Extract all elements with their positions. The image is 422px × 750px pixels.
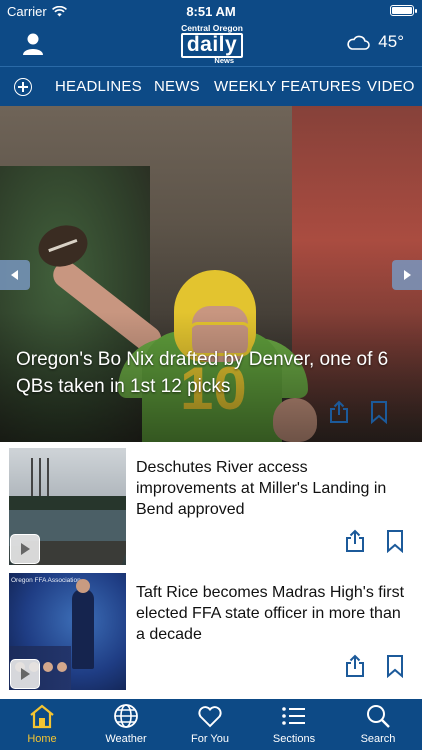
share-icon[interactable] (344, 529, 366, 553)
bookmark-icon[interactable] (386, 529, 404, 553)
story-item[interactable]: Deschutes River access improvements at M… (0, 442, 422, 568)
tab-for-you[interactable]: For You (168, 703, 252, 745)
triangle-left-icon (11, 270, 18, 280)
story-thumbnail[interactable] (9, 448, 126, 565)
cloud-icon (347, 35, 371, 50)
globe-icon (114, 704, 138, 728)
temperature-label: 45° (378, 32, 404, 51)
app-logo[interactable]: Central Oregon daily News (176, 24, 248, 64)
tab-video[interactable]: VIDEO (367, 78, 415, 95)
bookmark-icon[interactable] (386, 654, 404, 678)
play-icon (21, 543, 30, 555)
story-headline[interactable]: Deschutes River access improvements at M… (136, 457, 412, 520)
story-actions (344, 529, 404, 553)
share-icon[interactable] (328, 400, 350, 424)
thumb-pole (47, 458, 49, 498)
tab-headlines[interactable]: HEADLINES (55, 78, 142, 95)
user-profile-icon[interactable] (22, 32, 44, 56)
triangle-right-icon (404, 270, 411, 280)
logo-top-text: Central Oregon (181, 23, 243, 33)
battery-icon (390, 5, 417, 16)
app-header: Central Oregon daily News 45° (0, 22, 422, 66)
tab-search[interactable]: Search (336, 703, 420, 745)
bottom-tab-bar: Home Weather For You Sections Search (0, 699, 422, 750)
thumb-pole (39, 458, 41, 498)
tab-home[interactable]: Home (0, 703, 84, 745)
thumb-pole (31, 458, 33, 498)
play-video-button[interactable] (10, 659, 40, 689)
tab-weather-label: Weather (105, 733, 147, 745)
tab-news[interactable]: NEWS (154, 78, 200, 95)
status-time: 8:51 AM (186, 4, 236, 19)
list-icon (282, 707, 305, 725)
tab-home-label: Home (27, 733, 57, 745)
story-headline[interactable]: Taft Rice becomes Madras High's first el… (136, 582, 412, 645)
tab-search-label: Search (360, 733, 396, 745)
logo-word: daily (180, 33, 244, 58)
home-icon (30, 704, 54, 729)
carousel-prev-button[interactable] (0, 260, 30, 290)
add-section-icon[interactable] (14, 78, 32, 96)
weather-widget[interactable]: 45° (346, 32, 404, 52)
share-icon[interactable] (344, 654, 366, 678)
story-actions (344, 654, 404, 678)
story-thumbnail[interactable]: Oregon FFA Association (9, 573, 126, 690)
play-icon (21, 668, 30, 680)
tab-for-you-label: For You (191, 733, 229, 745)
play-video-button[interactable] (10, 534, 40, 564)
hero-story[interactable]: 10 Oregon's Bo Nix drafted by Denver, on… (0, 106, 422, 442)
tab-weather[interactable]: Weather (84, 703, 168, 745)
carousel-next-button[interactable] (392, 260, 422, 290)
tab-sections[interactable]: Sections (252, 703, 336, 745)
hero-headline[interactable]: Oregon's Bo Nix drafted by Denver, one o… (16, 346, 406, 400)
thumb-speaker (72, 579, 94, 669)
bookmark-icon[interactable] (370, 400, 388, 424)
tab-weekly-features[interactable]: WEEKLY FEATURES (214, 78, 361, 95)
thumb-trees (9, 496, 126, 510)
logo-bottom-text: News (214, 56, 234, 65)
section-nav: HEADLINES NEWS WEEKLY FEATURES VIDEO (0, 66, 422, 106)
heart-icon (198, 706, 222, 728)
search-icon (367, 705, 390, 728)
story-item[interactable]: Oregon FFA Association Taft Rice becomes… (0, 567, 422, 693)
tab-sections-label: Sections (272, 733, 316, 745)
status-bar: Carrier 8:51 AM (0, 0, 422, 22)
thumb-caption: Oregon FFA Association (11, 577, 81, 584)
hero-actions (328, 400, 388, 424)
